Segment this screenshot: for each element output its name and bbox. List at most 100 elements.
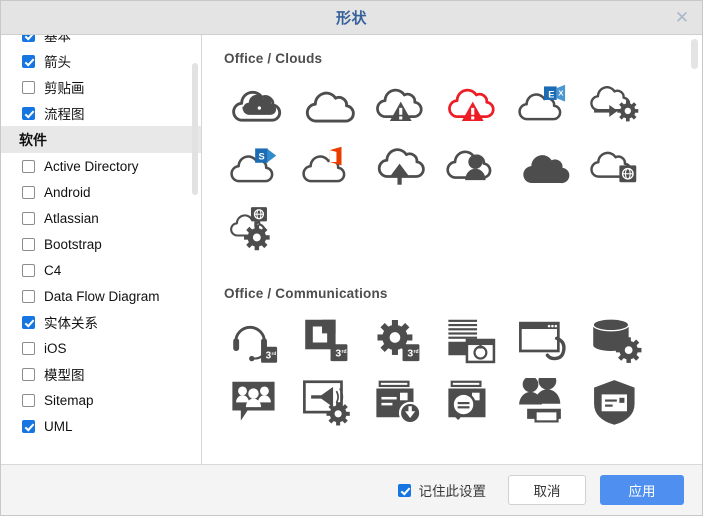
megaphone-gear-icon[interactable]: [292, 371, 364, 433]
database-gear-icon[interactable]: [580, 309, 652, 371]
cloud-connect-icon[interactable]: [220, 74, 292, 136]
cloud-icon[interactable]: [292, 74, 364, 136]
cloud-globe-gear-icon[interactable]: [220, 198, 292, 260]
svg-text:X: X: [558, 89, 563, 98]
sidebar-item-label: Active Directory: [44, 158, 139, 174]
sidebar-item-label: Android: [44, 184, 91, 200]
sidebar-item-label: 基本: [44, 35, 71, 44]
section-title: Office / Clouds: [224, 51, 323, 66]
gear-3rd-icon[interactable]: 3rd: [364, 309, 436, 371]
sidebar-item-label: 箭头: [44, 55, 71, 70]
sidebar-item-label: 剪贴画: [44, 81, 85, 96]
checkbox-icon[interactable]: [22, 80, 35, 94]
shape-sections: Office / Clouds E X S Office / Communication…: [202, 35, 702, 433]
mail-search-icon[interactable]: [436, 371, 508, 433]
checkbox-icon[interactable]: [22, 106, 35, 120]
sidebar-item-label: C4: [44, 262, 62, 278]
svg-text:rd: rd: [271, 351, 276, 357]
mail-download-icon[interactable]: [364, 371, 436, 433]
checkbox-icon[interactable]: [22, 263, 35, 277]
sidebar-item-label: Data Flow Diagram: [44, 288, 160, 304]
checkbox-icon[interactable]: [22, 341, 35, 355]
cloud-upload-icon[interactable]: [364, 136, 436, 198]
cloud-user-icon[interactable]: [436, 136, 508, 198]
cloud-filled-icon[interactable]: [508, 136, 580, 198]
cloud-warning-red-icon[interactable]: [436, 74, 508, 136]
shape-library-sidebar: 基本箭头剪贴画流程图软件 Active Directory Android Atlas…: [1, 35, 202, 464]
group-chat-icon[interactable]: [220, 371, 292, 433]
checkbox-icon[interactable]: [22, 185, 35, 199]
sidebar-list: 基本箭头剪贴画流程图软件 Active Directory Android Atlas…: [1, 35, 201, 439]
svg-text:rd: rd: [414, 349, 419, 355]
dialog-footer: 记住此设置 取消 应用: [1, 464, 702, 515]
sidebar-item-active-directory[interactable]: Active Directory: [1, 153, 201, 179]
section-title: Office / Communications: [224, 286, 388, 301]
cancel-button[interactable]: 取消: [508, 475, 586, 505]
people-laptop-icon[interactable]: [508, 371, 580, 433]
svg-text:rd: rd: [342, 349, 347, 355]
blocks-3rd-icon[interactable]: 3rd: [292, 309, 364, 371]
sidebar-item-label: Bootstrap: [44, 236, 102, 252]
remember-setting-label: 记住此设置: [418, 484, 487, 499]
sidebar-item-箭头[interactable]: 箭头: [1, 48, 201, 74]
cloud-sharepoint-icon[interactable]: S: [220, 136, 292, 198]
checkbox-icon[interactable]: [22, 159, 35, 173]
svg-text:E: E: [548, 89, 554, 99]
sidebar-item-label: UML: [44, 418, 73, 434]
sidebar-item-label: 流程图: [44, 107, 85, 122]
headset-3rd-icon[interactable]: 3rd: [220, 309, 292, 371]
checkbox-icon[interactable]: [22, 54, 35, 68]
checkbox-icon[interactable]: [22, 315, 35, 329]
icon-grid: 3rd 3rd 3rd: [202, 309, 670, 433]
sidebar-item-data-flow-diagram[interactable]: Data Flow Diagram: [1, 283, 201, 309]
sidebar-item-label: 实体关系: [44, 316, 98, 331]
checkbox-icon[interactable]: [22, 35, 35, 42]
checkbox-icon[interactable]: [22, 367, 35, 381]
shield-mail-icon[interactable]: [580, 371, 652, 433]
sidebar-item-c4[interactable]: C4: [1, 257, 201, 283]
remember-setting-checkbox[interactable]: 记住此设置: [397, 480, 487, 500]
documents-browser-sync-icon[interactable]: [436, 309, 508, 371]
sidebar-scrollbar-thumb[interactable]: [192, 63, 198, 195]
checkbox-icon[interactable]: [22, 393, 35, 407]
sidebar-scroll-area: 基本箭头剪贴画流程图软件 Active Directory Android Atlas…: [1, 35, 201, 464]
sidebar-item-sitemap[interactable]: Sitemap: [1, 387, 201, 413]
sidebar-item-atlassian[interactable]: Atlassian: [1, 205, 201, 231]
sidebar-item-流程图[interactable]: 流程图: [1, 100, 201, 126]
sidebar-item-android[interactable]: Android: [1, 179, 201, 205]
sidebar-item-剪贴画[interactable]: 剪贴画: [1, 74, 201, 100]
sidebar-item-bootstrap[interactable]: Bootstrap: [1, 231, 201, 257]
close-icon[interactable]: ✕: [662, 1, 702, 34]
cloud-exchange-icon[interactable]: EX: [508, 74, 580, 136]
dialog-title: 形状: [335, 10, 367, 27]
sidebar-item-label: 模型图: [44, 368, 85, 383]
sidebar-item-label: Atlassian: [44, 210, 99, 226]
apply-button[interactable]: 应用: [600, 475, 684, 505]
shapes-dialog: 形状 ✕ 基本箭头剪贴画流程图软件 Active Directory Android…: [0, 0, 703, 516]
cloud-office-icon[interactable]: [292, 136, 364, 198]
checkbox-icon[interactable]: [22, 211, 35, 225]
sidebar-item-模型图[interactable]: 模型图: [1, 361, 201, 387]
dialog-titlebar: 形状 ✕: [1, 1, 702, 35]
dialog-body: 基本箭头剪贴画流程图软件 Active Directory Android Atlas…: [1, 35, 702, 464]
checkbox-icon[interactable]: [22, 419, 35, 433]
cloud-to-gear-icon[interactable]: [580, 74, 652, 136]
browser-phone-icon[interactable]: [508, 309, 580, 371]
checkbox-icon: [397, 483, 411, 497]
icon-grid: EX S: [202, 74, 670, 260]
sidebar-item-ios[interactable]: iOS: [1, 335, 201, 361]
sidebar-section-header: 软件: [1, 126, 201, 153]
sidebar-item-uml[interactable]: UML: [1, 413, 201, 439]
svg-text:S: S: [259, 151, 265, 161]
shape-preview-panel: Office / Clouds E X S Office / Communication…: [202, 35, 702, 464]
checkbox-icon[interactable]: [22, 289, 35, 303]
checkbox-icon[interactable]: [22, 237, 35, 251]
cloud-globe-icon[interactable]: [580, 136, 652, 198]
cloud-warning-icon[interactable]: [364, 74, 436, 136]
main-scrollbar-thumb[interactable]: [691, 39, 698, 69]
sidebar-item-基本[interactable]: 基本: [1, 35, 201, 48]
svg-text:3: 3: [407, 349, 413, 360]
svg-text:3: 3: [335, 349, 341, 360]
sidebar-item-实体关系[interactable]: 实体关系: [1, 309, 201, 335]
